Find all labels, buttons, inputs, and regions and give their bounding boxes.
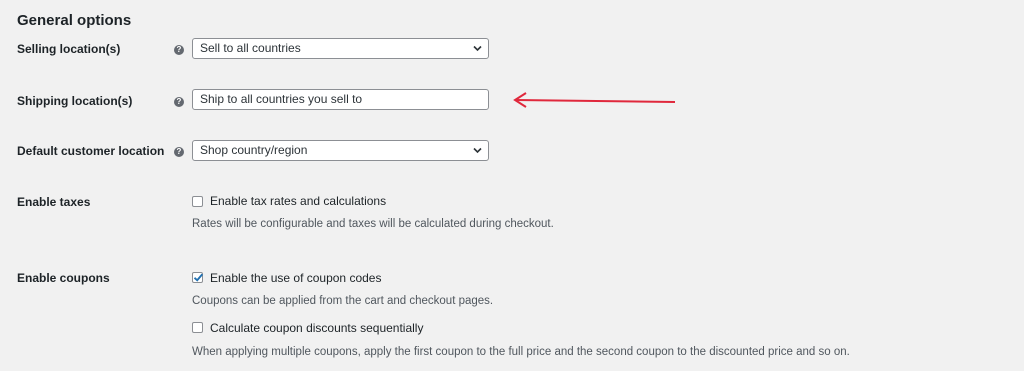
default-customer-location-select[interactable]: Shop country/region [192, 140, 489, 161]
sequential-coupons-checkbox[interactable] [192, 322, 203, 333]
sequential-coupons-description: When applying multiple coupons, apply th… [192, 346, 850, 358]
shipping-location-select[interactable]: Ship to all countries you sell to [192, 89, 489, 110]
arrow-annotation-icon [513, 92, 676, 108]
checkmark-icon [193, 273, 204, 282]
enable-taxes-label: Enable taxes [17, 195, 91, 209]
enable-coupons-label: Enable coupons [17, 271, 110, 285]
default-customer-location-label: Default customer location [17, 144, 165, 158]
sequential-coupons-checkbox-label[interactable]: Calculate coupon discounts sequentially [210, 321, 423, 335]
selling-location-label: Selling location(s) [17, 42, 121, 56]
enable-taxes-checkbox[interactable] [192, 196, 203, 207]
selling-location-select[interactable]: Sell to all countries [192, 38, 489, 59]
default-customer-location-value: Shop country/region [200, 143, 308, 157]
chevron-down-icon [473, 45, 482, 52]
shipping-location-value: Ship to all countries you sell to [200, 92, 363, 106]
shipping-location-help-icon[interactable]: ? [174, 97, 184, 107]
chevron-down-icon [473, 147, 482, 154]
selling-location-help-icon[interactable]: ? [174, 45, 184, 55]
section-title: General options [17, 12, 132, 29]
enable-taxes-description: Rates will be configurable and taxes wil… [192, 218, 554, 230]
selling-location-value: Sell to all countries [200, 41, 301, 55]
enable-taxes-checkbox-label[interactable]: Enable tax rates and calculations [210, 194, 386, 208]
shipping-location-label: Shipping location(s) [17, 94, 133, 108]
enable-coupons-description: Coupons can be applied from the cart and… [192, 295, 494, 307]
enable-coupons-checkbox-label[interactable]: Enable the use of coupon codes [210, 271, 381, 285]
enable-coupons-checkbox[interactable] [192, 272, 204, 283]
default-customer-location-help-icon[interactable]: ? [174, 147, 184, 157]
